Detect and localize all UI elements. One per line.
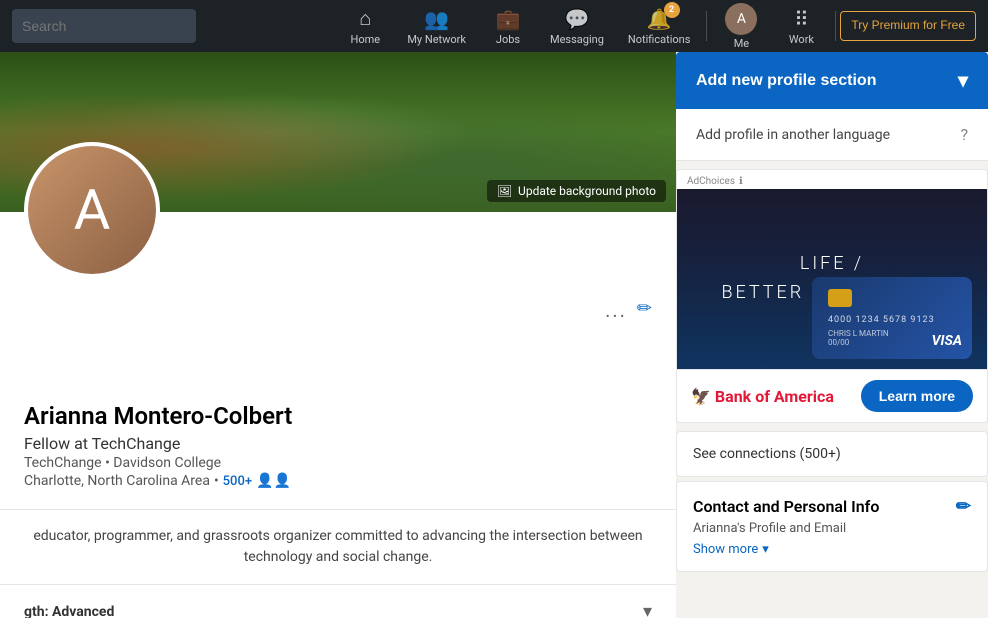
add-section-label: Add new profile section (696, 72, 876, 90)
me-avatar: A (725, 3, 757, 35)
avatar-initials: A (28, 146, 156, 274)
nav-divider-2 (835, 11, 836, 41)
main-layout: 🖼 Update background photo A ... ✏ Ariann… (0, 52, 988, 618)
ad-headline-1: LIFE / (721, 250, 942, 279)
notifications-badge: 2 (664, 2, 680, 18)
strength-text: gth: Advanced (24, 604, 114, 618)
strength-chevron-icon[interactable]: ▾ (643, 601, 652, 618)
ad-footer: 🦅 Bank of America Learn more (677, 369, 987, 422)
jobs-label: Jobs (496, 33, 520, 46)
visa-logo: VISA (932, 333, 962, 349)
show-more-button[interactable]: Show more ▾ (693, 542, 971, 557)
add-profile-section-button[interactable]: Add new profile section ▾ (676, 52, 988, 109)
bank-logo: 🦅 Bank of America (691, 387, 834, 406)
location-text: Charlotte, North Carolina Area (24, 473, 210, 489)
bank-eagle-icon: 🦅 (691, 387, 711, 406)
notifications-label: Notifications (628, 33, 691, 46)
update-cover-text: Update background photo (518, 184, 656, 198)
contact-header: Contact and Personal Info ✏ (693, 496, 971, 517)
premium-button[interactable]: Try Premium for Free (840, 11, 976, 41)
strength-value: Advanced (52, 604, 114, 618)
ad-info-icon: ℹ (739, 176, 743, 187)
profile-name: Arianna Montero-Colbert (24, 402, 652, 430)
help-icon[interactable]: ? (960, 125, 968, 144)
profile-bio: educator, programmer, and grassroots org… (0, 509, 676, 584)
camera-icon: 🖼 (497, 184, 512, 198)
contact-sub: Arianna's Profile and Email (693, 521, 971, 536)
card-number: 4000 1234 5678 9123 (828, 315, 956, 325)
bio-text: educator, programmer, and grassroots org… (33, 528, 642, 565)
more-options-button[interactable]: ... (605, 228, 627, 322)
home-label: Home (351, 33, 381, 46)
profile-org: TechChange • Davidson College (24, 455, 652, 471)
notifications-icon: 🔔 2 (647, 7, 672, 31)
work-icon: ⠿ (794, 7, 809, 31)
bank-name: Bank of America (715, 387, 834, 406)
network-label: My Network (407, 33, 466, 46)
right-panel: Add new profile section ▾ Add profile in… (676, 52, 988, 618)
top-navigation: ⌂ Home 👥 My Network 💼 Jobs 💬 Messaging 🔔… (0, 0, 988, 52)
nav-jobs[interactable]: 💼 Jobs (478, 0, 538, 52)
ad-choices-label: AdChoices ℹ (677, 170, 987, 189)
nav-messaging[interactable]: 💬 Messaging (538, 0, 616, 52)
nav-work[interactable]: ⠿ Work (771, 0, 831, 52)
contact-card: Contact and Personal Info ✏ Arianna's Pr… (676, 481, 988, 572)
see-connections-card[interactable]: See connections (500+) (676, 431, 988, 477)
search-input[interactable] (12, 9, 196, 43)
profile-section: A ... ✏ Arianna Montero-Colbert Fellow a… (0, 212, 676, 509)
messaging-label: Messaging (550, 33, 604, 46)
card-name: CHRIS L MARTIN (828, 329, 889, 338)
nav-me[interactable]: A Me (711, 0, 771, 52)
contact-title: Contact and Personal Info (693, 497, 879, 516)
home-icon: ⌂ (359, 6, 371, 31)
profile-location: Charlotte, North Carolina Area • 500+ 👤👤 (24, 473, 652, 489)
add-section-chevron-icon: ▾ (958, 68, 968, 93)
strength-prefix: gth: (24, 604, 52, 618)
nav-home[interactable]: ⌂ Home (335, 0, 395, 52)
left-panel: 🖼 Update background photo A ... ✏ Ariann… (0, 52, 676, 618)
jobs-icon: 💼 (496, 7, 521, 31)
add-language-label: Add profile in another language (696, 127, 890, 143)
see-connections-label: See connections (500+) (693, 446, 841, 462)
show-more-label: Show more (693, 542, 758, 557)
ad-choices-text: AdChoices (687, 176, 735, 187)
ad-image: LIFE / BETTER CONNECTED 4000 1234 5678 9… (677, 189, 987, 369)
network-icon: 👥 (424, 7, 449, 31)
update-cover-button[interactable]: 🖼 Update background photo (487, 180, 666, 202)
profile-title: Fellow at TechChange (24, 434, 652, 453)
profile-avatar-wrapper: A (24, 142, 160, 278)
profile-avatar: A (24, 142, 160, 278)
nav-notifications[interactable]: 🔔 2 Notifications (616, 0, 703, 52)
ad-card: AdChoices ℹ LIFE / BETTER CONNECTED 4000… (676, 169, 988, 423)
connections-icon: 👤👤 (256, 473, 291, 489)
show-more-chevron-icon: ▾ (762, 542, 769, 557)
me-label: Me (734, 37, 749, 50)
location-separator: • (214, 473, 219, 489)
card-expiry: 00/00 (828, 338, 889, 347)
nav-network[interactable]: 👥 My Network (395, 0, 478, 52)
card-chip (828, 289, 852, 307)
nav-divider (706, 11, 707, 41)
edit-contact-icon[interactable]: ✏ (956, 496, 971, 517)
add-language-row[interactable]: Add profile in another language ? (676, 109, 988, 161)
credit-card-image: 4000 1234 5678 9123 CHRIS L MARTIN 00/00… (812, 277, 972, 359)
edit-profile-button[interactable]: ✏ (637, 228, 652, 322)
messaging-icon: 💬 (564, 7, 589, 31)
learn-more-button[interactable]: Learn more (861, 380, 973, 412)
work-label: Work (789, 33, 814, 46)
connections-link[interactable]: 500+ (223, 474, 252, 489)
strength-bar: gth: Advanced ▾ (0, 584, 676, 618)
